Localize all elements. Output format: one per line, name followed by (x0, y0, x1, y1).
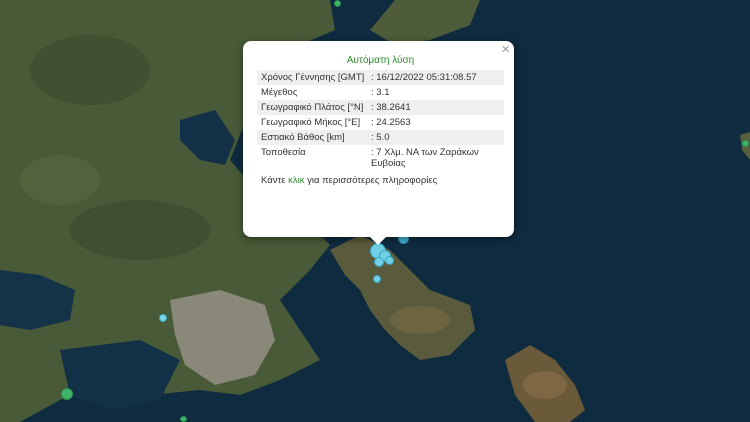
table-row: Εστιακό Βάθος [km] : 5.0 (257, 130, 504, 145)
table-row: Γεωγραφικό Πλάτος [°N] : 38.2641 (257, 100, 504, 115)
earthquake-marker[interactable] (374, 257, 384, 267)
table-row: Μέγεθος : 3.1 (257, 85, 504, 100)
magnitude-value: : 3.1 (371, 87, 390, 98)
origin-time-value: : 16/12/2022 05:31:08.57 (369, 70, 504, 85)
earthquake-marker[interactable] (742, 140, 749, 147)
magnitude-label: Μέγεθος (261, 87, 298, 98)
earthquake-marker[interactable] (180, 416, 187, 422)
mountain-shade (20, 155, 100, 205)
location-value: : 7 Χλμ. ΝΑ των Ζαράκων Ευβοίας (371, 147, 479, 169)
mountain-shade (30, 35, 150, 105)
depth-label: Εστιακό Βάθος [km] (257, 130, 369, 145)
earthquake-marker[interactable] (385, 256, 394, 265)
longitude-label: Γεωγραφικό Μήκος [°E] (261, 117, 361, 128)
depth-value: : 5.0 (369, 130, 504, 145)
more-info-text: Κάντε κλικ για περισσότερες πληροφορίες (261, 175, 504, 186)
more-info-link[interactable]: κλικ (288, 175, 304, 186)
earthquake-details-table: Χρόνος Γέννησης [GMT] : 16/12/2022 05:31… (257, 70, 504, 171)
popup-title: Αυτόματη λύση (346, 55, 415, 66)
map-view[interactable]: × Αυτόματη λύση Χρόνος Γέννησης [GMT] : … (0, 0, 750, 422)
close-icon[interactable]: × (501, 42, 510, 58)
table-row: Γεωγραφικό Μήκος [°E] : 24.2563 (257, 115, 504, 130)
mountain-shade (390, 306, 450, 334)
mountain-shade (70, 200, 210, 260)
location-label: Τοποθεσία (261, 147, 306, 158)
more-info-suffix: για περισσότερες πληροφορίες (304, 175, 438, 186)
earthquake-marker[interactable] (373, 275, 381, 283)
more-info-prefix: Κάντε (261, 175, 289, 186)
mountain-shade (523, 371, 567, 399)
earthquake-marker[interactable] (159, 314, 167, 322)
earthquake-marker[interactable] (334, 0, 341, 7)
earthquake-info-popup: × Αυτόματη λύση Χρόνος Γέννησης [GMT] : … (243, 41, 514, 237)
origin-time-label: Χρόνος Γέννησης [GMT] (257, 70, 369, 85)
latitude-value: : 38.2641 (369, 100, 504, 115)
latitude-label: Γεωγραφικό Πλάτος [°N] (257, 100, 369, 115)
popup-pointer (369, 236, 387, 245)
longitude-value: : 24.2563 (371, 117, 411, 128)
table-row: Χρόνος Γέννησης [GMT] : 16/12/2022 05:31… (257, 70, 504, 85)
table-row: Τοποθεσία : 7 Χλμ. ΝΑ των Ζαράκων Ευβοία… (257, 145, 504, 171)
earthquake-marker[interactable] (61, 388, 73, 400)
